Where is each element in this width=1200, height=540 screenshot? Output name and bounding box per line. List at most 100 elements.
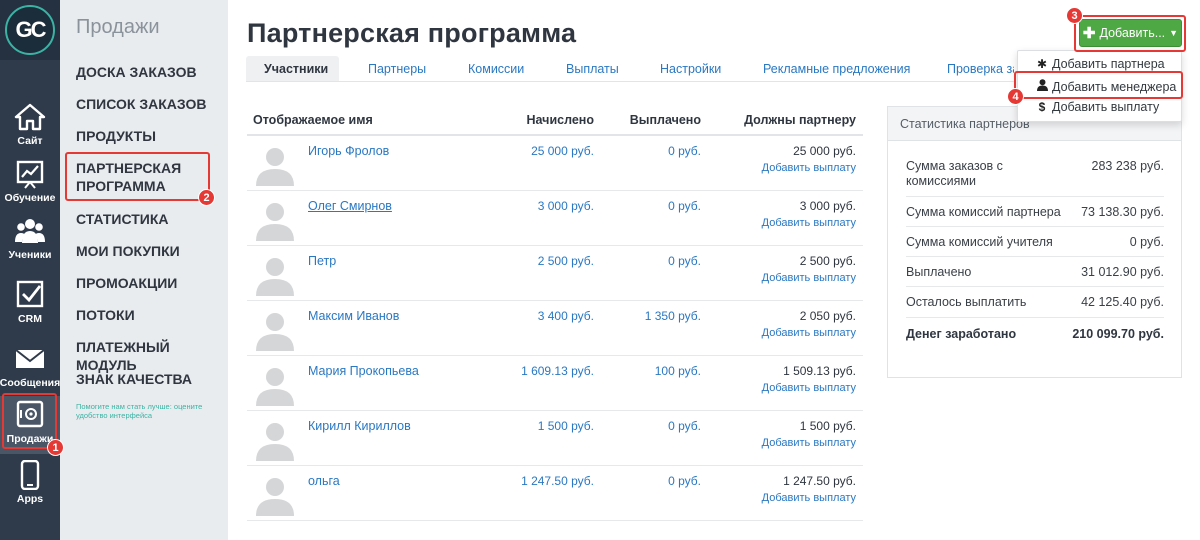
avatar xyxy=(253,362,297,406)
accrued-link[interactable]: 2 500 руб. xyxy=(538,254,594,268)
rail-item-crm[interactable]: CRM xyxy=(0,276,60,334)
accrued-link[interactable]: 1 609.13 руб. xyxy=(521,364,594,378)
annotation-badge-2: 2 xyxy=(198,189,215,206)
checkbox-icon xyxy=(16,280,44,308)
rail-item-site[interactable]: Сайт xyxy=(0,98,60,156)
tab-settings[interactable]: Настройки xyxy=(654,56,727,81)
participant-name-link[interactable]: Кирилл Кириллов xyxy=(308,419,411,433)
rail-item-learning[interactable]: Обучение xyxy=(0,155,60,213)
paid-link[interactable]: 0 руб. xyxy=(668,199,701,213)
safe-icon xyxy=(16,400,44,428)
partner-stats-panel: Статистика партнеров Сумма заказов с ком… xyxy=(887,106,1182,378)
header-name: Отображаемое имя xyxy=(253,113,373,127)
add-button[interactable]: ✚ Добавить... ▼ xyxy=(1079,19,1182,47)
table-body: Игорь Фролов 25 000 руб. 0 руб. 25 000 руб.… xyxy=(247,136,863,521)
submenu-item-my-purchases[interactable]: МОИ ПОКУПКИ xyxy=(76,242,224,260)
header-paid: Выплачено xyxy=(629,113,701,127)
participant-name-link[interactable]: ольга xyxy=(308,474,340,488)
submenu-item-payment-module[interactable]: ПЛАТЕЖНЫЙ МОДУЛЬ xyxy=(76,338,224,374)
add-payment-link[interactable]: Добавить выплату xyxy=(762,382,856,394)
add-payment-link[interactable]: Добавить выплату xyxy=(762,437,856,449)
asterisk-icon: ✱ xyxy=(1036,57,1048,71)
dropdown-item-add-payout[interactable]: $ Добавить выплату xyxy=(1036,100,1160,114)
owed-value: 3 000 руб. xyxy=(799,199,856,213)
header-owed: Должны партнеру xyxy=(744,113,856,127)
stats-value: 42 125.40 руб. xyxy=(1081,295,1164,309)
submenu-item-statistics[interactable]: СТАТИСТИКА xyxy=(76,210,224,228)
left-rail: GC Сайт Обучение Ученики CRM Сообщения П… xyxy=(0,0,60,540)
logo[interactable]: GC xyxy=(0,0,60,60)
rail-label: Обучение xyxy=(4,192,56,204)
tab-check[interactable]: Проверка за xyxy=(941,56,1014,81)
submenu-item-order-board[interactable]: ДОСКА ЗАКАЗОВ xyxy=(76,63,224,81)
accrued-link[interactable]: 3 000 руб. xyxy=(538,199,594,213)
paid-link[interactable]: 0 руб. xyxy=(668,419,701,433)
plus-icon: ✚ xyxy=(1082,25,1096,42)
submenu-item-partner-program[interactable]: ПАРТНЕРСКАЯ ПРОГРАММА xyxy=(76,159,196,195)
table-row: Олег Смирнов 3 000 руб. 0 руб. 3 000 руб. До… xyxy=(247,191,863,246)
submenu-item-order-list[interactable]: СПИСОК ЗАКАЗОВ xyxy=(76,95,224,113)
accrued-link[interactable]: 3 400 руб. xyxy=(538,309,594,323)
submenu-item-promotions[interactable]: ПРОМОАКЦИИ xyxy=(76,274,224,292)
avatar xyxy=(253,417,297,461)
paid-link[interactable]: 100 руб. xyxy=(655,364,701,378)
rail-item-students[interactable]: Ученики xyxy=(0,212,60,270)
rail-item-apps[interactable]: Apps xyxy=(0,456,60,514)
tabs-bar: Участники Партнеры Комиссии Выплаты Наст… xyxy=(246,56,1014,82)
tab-commissions[interactable]: Комиссии xyxy=(462,56,530,81)
dropdown-item-add-manager[interactable]: Добавить менеджера xyxy=(1036,79,1176,94)
add-payment-link[interactable]: Добавить выплату xyxy=(762,272,856,284)
owed-value: 2 050 руб. xyxy=(799,309,856,323)
accrued-link[interactable]: 25 000 руб. xyxy=(531,144,594,158)
paid-link[interactable]: 1 350 руб. xyxy=(645,309,701,323)
paid-link[interactable]: 0 руб. xyxy=(668,254,701,268)
add-payment-link[interactable]: Добавить выплату xyxy=(762,217,856,229)
participant-name-link[interactable]: Мария Прокопьева xyxy=(308,364,419,378)
dropdown-item-add-partner[interactable]: ✱ Добавить партнера xyxy=(1036,57,1165,71)
stats-label: Сумма комиссий учителя xyxy=(906,235,1053,249)
table-row: Мария Прокопьева 1 609.13 руб. 100 руб. 1 5… xyxy=(247,356,863,411)
logo-text: GC xyxy=(5,5,55,55)
paid-link[interactable]: 0 руб. xyxy=(668,144,701,158)
rail-label: Ученики xyxy=(8,249,52,261)
tab-ad-offers[interactable]: Рекламные предложения xyxy=(757,56,916,81)
add-payment-link[interactable]: Добавить выплату xyxy=(762,162,856,174)
rail-label: Apps xyxy=(16,493,44,505)
participant-name-link[interactable]: Максим Иванов xyxy=(308,309,399,323)
rail-item-messages[interactable]: Сообщения xyxy=(0,340,60,398)
owed-value: 1 500 руб. xyxy=(799,419,856,433)
submenu-item-quality-mark[interactable]: ЗНАК КАЧЕСТВА xyxy=(76,370,224,388)
add-payment-link[interactable]: Добавить выплату xyxy=(762,327,856,339)
tab-payouts[interactable]: Выплаты xyxy=(560,56,625,81)
tab-partners[interactable]: Партнеры xyxy=(362,56,432,81)
app-root: GC Сайт Обучение Ученики CRM Сообщения П… xyxy=(0,0,1200,540)
paid-link[interactable]: 0 руб. xyxy=(668,474,701,488)
sales-submenu: Продажи ДОСКА ЗАКАЗОВ СПИСОК ЗАКАЗОВ ПРО… xyxy=(60,0,228,540)
participant-name-link[interactable]: Петр xyxy=(308,254,336,268)
feedback-link[interactable]: Помогите нам стать лучше: оцените удобст… xyxy=(76,402,226,420)
annotation-badge-1: 1 xyxy=(47,439,64,456)
accrued-link[interactable]: 1 247.50 руб. xyxy=(521,474,594,488)
home-icon xyxy=(14,103,46,131)
stats-value: 73 138.30 руб. xyxy=(1081,205,1164,219)
owed-value: 1 247.50 руб. xyxy=(783,474,856,488)
submenu-item-products[interactable]: ПРОДУКТЫ xyxy=(76,127,224,145)
stats-row-paid: Выплачено 31 012.90 руб. xyxy=(906,257,1164,287)
stats-row-remaining: Осталось выплатить 42 125.40 руб. xyxy=(906,287,1164,318)
dropdown-item-label: Добавить партнера xyxy=(1052,57,1165,71)
participant-name-link[interactable]: Олег Смирнов xyxy=(308,199,392,213)
avatar xyxy=(253,197,297,241)
participant-name-link[interactable]: Игорь Фролов xyxy=(308,144,389,158)
annotation-badge-3: 3 xyxy=(1066,7,1083,24)
table-header: Отображаемое имя Начислено Выплачено Дол… xyxy=(247,108,863,136)
stats-label: Сумма заказов с комиссиями xyxy=(906,159,1003,188)
add-dropdown-menu: ✱ Добавить партнера Добавить менеджера $… xyxy=(1017,50,1182,122)
dropdown-item-label: Добавить выплату xyxy=(1052,100,1160,114)
page-title: Партнерская программа xyxy=(247,18,577,48)
submenu-item-streams[interactable]: ПОТОКИ xyxy=(76,306,224,324)
accrued-link[interactable]: 1 500 руб. xyxy=(538,419,594,433)
dollar-icon: $ xyxy=(1038,100,1046,114)
add-payment-link[interactable]: Добавить выплату xyxy=(762,492,856,504)
rail-label: CRM xyxy=(18,313,42,325)
tab-participants[interactable]: Участники xyxy=(246,56,339,81)
